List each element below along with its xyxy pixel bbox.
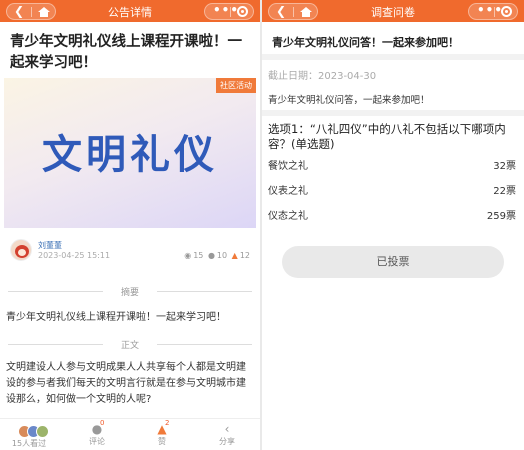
announcement-pane: ❮ 公告详情 ••• 青少年文明礼仪线上课程开课啦！一起来学习吧！ 社区活动 文… [0,0,260,450]
thumb-up-icon: ▲ [231,251,238,260]
article-banner: 社区活动 文明礼仪 [4,78,256,228]
comment-button[interactable]: ● 0 评论 [72,419,122,447]
view-count: 15 [193,251,204,260]
author-name[interactable]: 刘董董 [38,240,62,251]
survey-title: 青少年文明礼仪问答！一起来参加吧！ [272,36,459,49]
survey-pane: ❮ 调查问卷 ••• 青少年文明礼仪问答！一起来参加吧！ 截止日期：2023-0… [262,0,524,450]
comment-bubble-icon: ● 0 [91,419,105,436]
option-label: 仪态之礼 [268,211,308,222]
article-meta: 刘董董 2023-04-25 15:11 ◉ 15 ● 10 ▲ 12 [10,239,250,263]
survey-deadline: 截止日期：2023-04-30 [268,71,377,82]
article-stats: ◉ 15 ● 10 ▲ 12 [182,251,250,260]
author-avatar [10,239,32,261]
viewers-label: 15人看过 [11,439,47,448]
option-votes: 32票 [493,161,516,172]
menu-capsule: ••• [468,3,518,20]
summary-text: 青少年文明礼仪线上课程开课啦！一起来学习吧！ [6,312,226,323]
option-votes: 259票 [486,211,516,222]
voted-button[interactable]: 已投票 [282,246,504,278]
like-label: 赞 [158,437,166,446]
comment-icon: ● [207,251,215,260]
top-nav-bar: ❮ 调查问卷 ••• [262,0,524,22]
top-nav-bar: ❮ 公告详情 ••• [0,0,260,22]
body-divider: 正文 [8,338,252,351]
option-row[interactable]: 仪态之礼 259票 [268,207,516,222]
option-label: 餐饮之礼 [268,161,308,172]
comment-label: 评论 [89,437,105,446]
survey-description: 青少年文明礼仪问答，一起来参加吧！ [268,95,430,106]
body-text: 文明建设人人参与文明成果人人共享每个人都是文明建设的参与者我们每天的文明言行就是… [6,362,246,405]
bottom-action-bar: 15人看过 ● 0 评论 ▲ 2 赞 ‹ 分享 [0,418,260,450]
option-label: 仪表之礼 [268,186,308,197]
thumb-up-icon: ▲ 2 [157,419,170,436]
option-row[interactable]: 仪表之礼 22票 [268,182,516,197]
viewer-avatars [18,425,62,439]
viewers-button[interactable]: 15人看过 [4,422,54,449]
option-votes: 22票 [493,186,516,197]
like-button[interactable]: ▲ 2 赞 [137,419,187,447]
share-button[interactable]: ‹ 分享 [202,422,252,447]
share-label: 分享 [219,437,235,446]
publish-date: 2023-04-25 15:11 [38,251,111,260]
share-icon: ‹ [224,422,230,436]
eye-icon: ◉ [184,251,192,260]
article-title: 青少年文明礼仪线上课程开课啦！一起来学习吧！ [10,34,242,71]
banner-text: 文明礼仪 [42,131,218,178]
menu-capsule: ••• [204,3,254,20]
option-row[interactable]: 餐饮之礼 32票 [268,157,516,172]
section-gap [262,54,524,60]
close-miniprogram-icon[interactable] [237,6,248,17]
question-title: 选项1：“八礼四仪”中的八礼不包括以下哪项内容？(单选题) [268,122,506,151]
category-tag: 社区活动 [216,78,256,93]
like-count: 12 [239,251,250,260]
summary-divider: 摘要 [8,285,252,298]
more-icon[interactable]: ••• [213,3,239,17]
comment-count: 10 [216,251,228,260]
section-gap [262,110,524,116]
more-icon[interactable]: ••• [477,3,503,17]
close-miniprogram-icon[interactable] [501,6,512,17]
